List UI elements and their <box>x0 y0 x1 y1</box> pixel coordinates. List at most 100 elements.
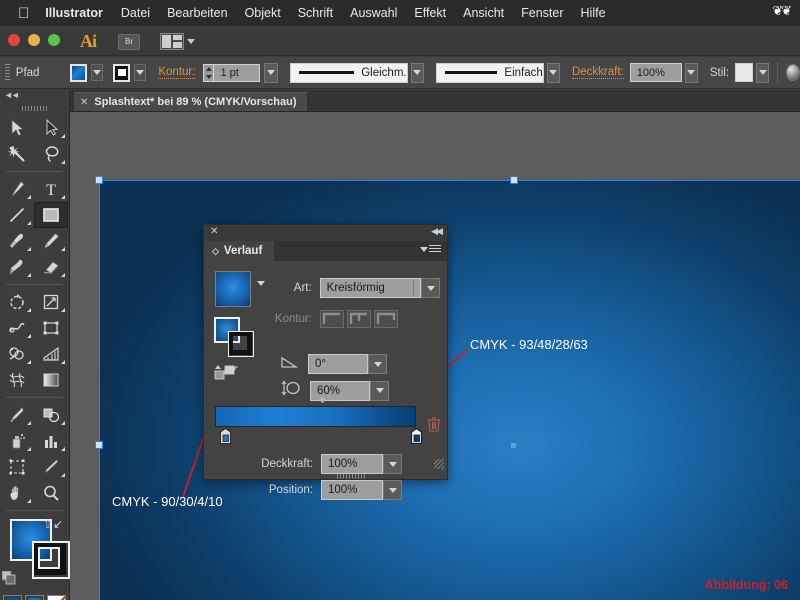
selection-anchor-top-left[interactable] <box>95 176 103 184</box>
collapse-icon[interactable]: ◀◀ <box>431 226 443 237</box>
tool-flyout-indicator[interactable] <box>23 360 31 364</box>
gradient-position-dropdown[interactable] <box>383 480 402 500</box>
pen-tool[interactable] <box>0 176 34 202</box>
tool-flyout-indicator[interactable] <box>23 195 31 199</box>
gradient-opacity-field[interactable]: 100% <box>321 454 383 474</box>
brush-dropdown[interactable] <box>546 62 560 83</box>
stroke-dropdown-button[interactable] <box>133 64 147 81</box>
color-button[interactable] <box>3 595 22 600</box>
gradient-midpoint[interactable]: ◆ <box>319 394 326 405</box>
hand-tool[interactable] <box>0 480 34 506</box>
symbol-sprayer-tool[interactable] <box>0 428 34 454</box>
stroke-gradient-across-button[interactable] <box>374 310 398 328</box>
gradient-position-field[interactable]: 100% <box>321 480 383 500</box>
dropbox-menu-icon[interactable]: ❦❦ <box>772 3 792 19</box>
swap-fill-stroke-icon[interactable]: ⇧↙ <box>43 517 63 531</box>
stroke-color-indicator[interactable] <box>32 541 70 579</box>
default-fill-stroke-icon[interactable] <box>1 570 16 585</box>
draw-mode-icon[interactable] <box>786 64 800 81</box>
gradient-stroke-box[interactable] <box>228 331 254 357</box>
opacity-dropdown[interactable] <box>684 62 698 83</box>
rectangle-tool[interactable] <box>34 202 68 228</box>
close-window-button[interactable] <box>8 34 20 46</box>
gradient-ramp[interactable] <box>215 406 416 427</box>
line-segment-tool[interactable] <box>0 202 34 228</box>
close-icon[interactable]: ✕ <box>210 226 218 237</box>
column-graph-tool[interactable] <box>34 428 68 454</box>
gradient-stop-right[interactable] <box>410 427 423 445</box>
blob-brush-tool[interactable] <box>0 254 34 280</box>
maximize-window-button[interactable] <box>48 34 60 46</box>
tool-flyout-indicator[interactable] <box>57 421 65 425</box>
rotate-tool[interactable] <box>0 289 34 315</box>
tool-flyout-indicator[interactable] <box>57 308 65 312</box>
arrange-documents-button[interactable] <box>160 33 184 50</box>
chevron-down-icon[interactable] <box>187 39 195 44</box>
none-button[interactable] <box>47 595 66 600</box>
gradient-type-dropdown[interactable] <box>421 278 440 298</box>
tools-panel-grip[interactable] <box>21 106 48 111</box>
control-bar-grip[interactable] <box>5 63 10 82</box>
opacity-label[interactable]: Deckkraft: <box>571 66 624 79</box>
direct-selection-tool[interactable] <box>34 115 68 141</box>
type-tool[interactable]: T <box>34 176 68 202</box>
tool-flyout-indicator[interactable] <box>23 421 31 425</box>
close-icon[interactable]: ✕ <box>80 97 88 108</box>
gradient-angle-field[interactable]: 0° <box>308 354 368 374</box>
trash-icon[interactable] <box>427 416 441 437</box>
lasso-tool[interactable] <box>34 141 68 167</box>
mesh-tool[interactable] <box>0 367 34 393</box>
menu-item-objekt[interactable]: Objekt <box>245 6 281 20</box>
bridge-button[interactable]: Br <box>118 34 140 50</box>
tool-flyout-indicator[interactable] <box>23 273 31 277</box>
tool-flyout-indicator[interactable] <box>57 195 65 199</box>
menu-item-auswahl[interactable]: Auswahl <box>350 6 397 20</box>
tab-verlauf[interactable]: ◇ Verlauf <box>204 241 275 261</box>
tools-panel-collapse[interactable]: ◄◄ <box>0 90 69 104</box>
panel-resize-grip[interactable] <box>337 474 367 479</box>
stroke-gradient-within-button[interactable] <box>320 310 344 328</box>
panel-menu-icon[interactable] <box>420 245 441 254</box>
brush-definition-select[interactable]: Einfach <box>435 62 544 83</box>
perspective-grid-tool[interactable] <box>34 341 68 367</box>
variable-width-profile-select[interactable]: Gleichm. <box>289 62 408 83</box>
menu-item-effekt[interactable]: Effekt <box>414 6 446 20</box>
reverse-gradient-button[interactable] <box>214 364 240 382</box>
stroke-gradient-along-button[interactable] <box>347 310 371 328</box>
blend-tool[interactable] <box>34 402 68 428</box>
tool-flyout-indicator[interactable] <box>23 247 31 251</box>
eyedropper-tool[interactable] <box>0 402 34 428</box>
menu-app-name[interactable]: Illustrator <box>45 6 103 20</box>
menu-item-hilfe[interactable]: Hilfe <box>581 6 606 20</box>
menu-item-datei[interactable]: Datei <box>121 6 150 20</box>
gradient-preview-swatch[interactable] <box>215 271 251 307</box>
width-tool[interactable] <box>0 315 34 341</box>
stroke-weight-spinner[interactable] <box>203 63 215 82</box>
stroke-color-swatch[interactable] <box>113 63 130 82</box>
slice-tool[interactable] <box>34 454 68 480</box>
tool-flyout-indicator[interactable] <box>23 447 31 451</box>
gradient-slider[interactable]: ◆ <box>215 394 440 445</box>
fill-color-swatch[interactable] <box>70 63 87 82</box>
tool-flyout-indicator[interactable] <box>23 308 31 312</box>
gradient-aspect-dropdown[interactable] <box>370 380 389 401</box>
artboard-tool[interactable] <box>0 454 34 480</box>
gradient-opacity-dropdown[interactable] <box>383 454 402 474</box>
gradient-annotator-marker[interactable] <box>511 443 516 448</box>
tool-flyout-indicator[interactable] <box>23 221 31 225</box>
tool-flyout-indicator[interactable] <box>23 334 31 338</box>
tool-flyout-indicator[interactable] <box>57 273 65 277</box>
menu-item-bearbeiten[interactable]: Bearbeiten <box>167 6 227 20</box>
tool-flyout-indicator[interactable] <box>57 160 65 164</box>
opacity-value[interactable]: 100% <box>629 63 682 82</box>
tool-flyout-indicator[interactable] <box>57 360 65 364</box>
stroke-weight-dropdown[interactable] <box>264 62 278 83</box>
gradient-tool[interactable] <box>34 367 68 393</box>
selection-tool[interactable] <box>0 115 34 141</box>
eraser-tool[interactable] <box>34 254 68 280</box>
gradient-fill-stroke-toggle[interactable] <box>214 317 254 357</box>
document-tab[interactable]: ✕ Splashtext* bei 89 % (CMYK/Vorschau) <box>74 92 307 111</box>
stroke-weight-label[interactable]: Kontur: <box>158 66 196 79</box>
fill-dropdown-button[interactable] <box>90 64 104 81</box>
tool-flyout-indicator[interactable] <box>57 134 65 138</box>
